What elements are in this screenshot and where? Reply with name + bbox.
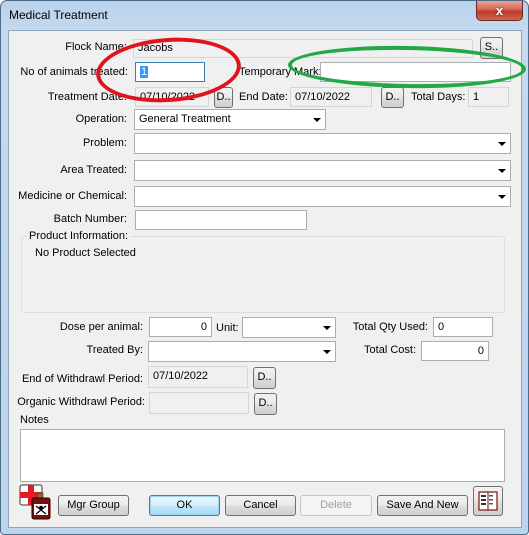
- notes-textarea[interactable]: [20, 429, 505, 482]
- chevron-down-icon: [323, 326, 331, 330]
- organic-withdrawal-picker-button[interactable]: D..: [254, 393, 277, 415]
- medical-treatment-window: Medical Treatment x Flock Name: Jacobs S…: [0, 0, 529, 535]
- total-cost-input[interactable]: 0: [421, 341, 489, 361]
- close-icon: x: [495, 3, 504, 18]
- report-button[interactable]: [473, 486, 503, 516]
- chevron-down-icon: [498, 169, 506, 173]
- organic-withdrawal-field: [149, 392, 249, 414]
- dose-per-animal-input[interactable]: 0: [149, 317, 212, 337]
- cancel-button[interactable]: Cancel: [225, 495, 296, 516]
- problem-label: Problem:: [82, 137, 127, 149]
- total-days-label: Total Days:: [411, 91, 466, 103]
- organic-withdrawal-label: Organic Withdrawl Period:: [17, 396, 145, 408]
- flock-name-label: Flock Name:: [65, 41, 127, 53]
- batch-number-input[interactable]: [135, 210, 307, 230]
- window-title: Medical Treatment: [9, 8, 108, 22]
- operation-label: Operation:: [75, 113, 127, 125]
- end-date-field: 07/10/2022: [290, 87, 372, 107]
- area-treated-label: Area Treated:: [60, 164, 127, 176]
- end-date-label: End Date:: [239, 91, 288, 103]
- close-button[interactable]: x: [476, 1, 523, 21]
- unit-label: Unit:: [216, 322, 239, 334]
- end-withdrawal-label: End of Withdrawl Period:: [21, 373, 143, 385]
- chevron-down-icon: [498, 195, 506, 199]
- ok-button[interactable]: OK: [149, 495, 220, 516]
- medicine-poison-icon[interactable]: [19, 484, 53, 520]
- product-information-text: No Product Selected: [35, 247, 136, 259]
- product-information-label: Product Information:: [27, 230, 131, 242]
- unit-select[interactable]: [242, 317, 336, 338]
- end-date-picker-button[interactable]: D..: [381, 87, 404, 108]
- chevron-down-icon: [313, 118, 321, 122]
- save-and-new-button[interactable]: Save And New: [377, 495, 468, 516]
- chevron-down-icon: [498, 142, 506, 146]
- dose-per-animal-label: Dose per animal:: [59, 321, 143, 333]
- total-cost-label: Total Cost:: [364, 344, 416, 356]
- operation-value: General Treatment: [139, 113, 231, 125]
- total-days-field: 1: [468, 87, 509, 107]
- total-qty-used-label: Total Qty Used:: [352, 321, 428, 333]
- problem-select[interactable]: [134, 133, 511, 154]
- mgr-group-button[interactable]: Mgr Group: [58, 495, 129, 516]
- report-book-icon: [478, 491, 498, 511]
- end-withdrawal-field: 07/10/2022: [148, 366, 248, 388]
- medicine-label: Medicine or Chemical:: [18, 190, 127, 202]
- total-qty-used-input[interactable]: 0: [433, 317, 493, 337]
- medicine-select[interactable]: [134, 186, 511, 207]
- area-treated-select[interactable]: [134, 160, 511, 181]
- treated-by-select[interactable]: [148, 341, 336, 362]
- delete-button[interactable]: Delete: [300, 495, 372, 516]
- chevron-down-icon: [323, 350, 331, 354]
- treated-by-label: Treated By:: [86, 344, 143, 356]
- end-withdrawal-picker-button[interactable]: D..: [253, 367, 276, 389]
- notes-label: Notes: [20, 414, 49, 426]
- batch-number-label: Batch Number:: [53, 213, 127, 225]
- operation-select[interactable]: General Treatment: [134, 109, 326, 130]
